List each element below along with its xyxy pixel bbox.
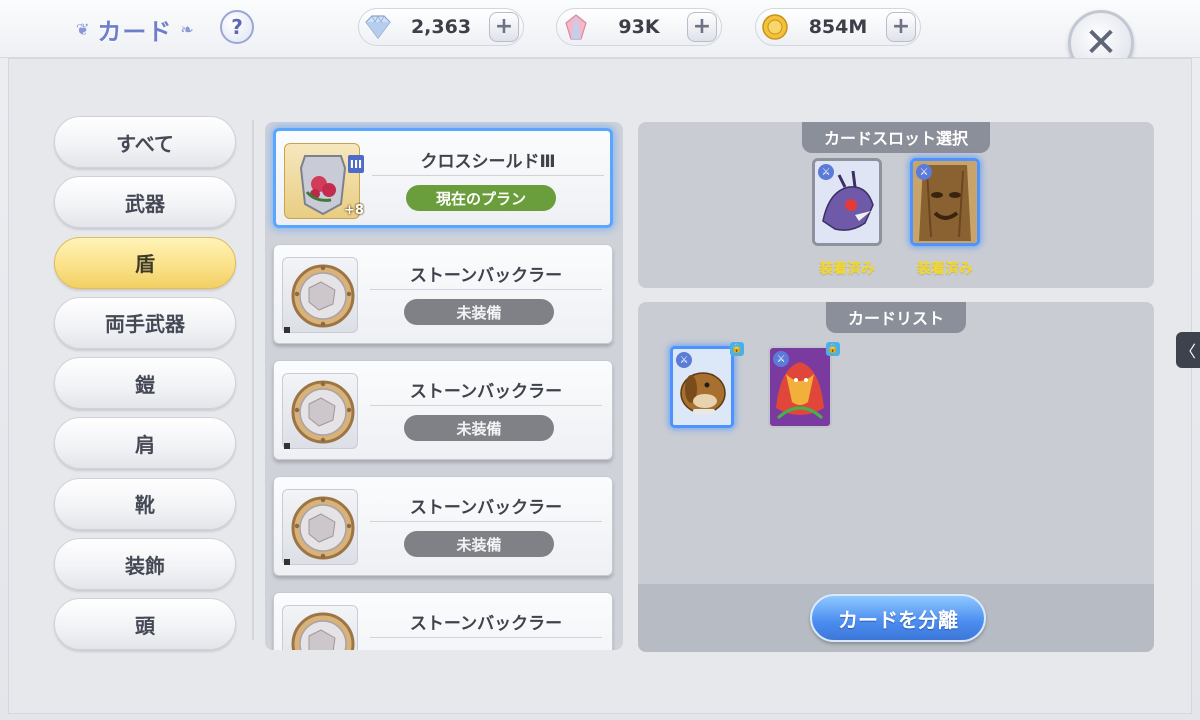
equipment-item[interactable]: ストーンバックラー 未装備 [273,360,613,460]
card-list-panel: カードリスト ⚔ 🔒 ⚔ 🔒 カードを分離 [638,302,1154,652]
wing-left-icon: ❦ [76,20,90,39]
currency-diamond: 2,363 + [358,8,524,46]
equipment-name: ストーンバックラー [409,498,563,518]
title-area: ❦ カード ❧ [76,12,194,47]
equipment-list: III +8 クロスシールドⅢ 現在のプラン ストーンバックラー 未装備 ストー… [265,122,623,650]
divider [370,637,602,638]
divider [372,175,604,176]
add-zeny-button[interactable]: + [886,12,916,42]
sword-icon: ⚔ [773,351,789,367]
lock-icon: 🔒 [826,342,840,356]
equipment-name: クロスシールドⅢ [420,152,556,172]
equipment-name: ストーンバックラー [409,382,563,402]
equipment-name: ストーンバックラー [409,266,563,286]
add-crystal-button[interactable]: + [687,12,717,42]
stone-buckler-icon [282,489,358,565]
card-slot-panel: カードスロット選択 ⚔ 装着済み ⚔ 装着済み [638,122,1154,288]
crystal-icon [561,12,591,42]
divider [370,405,602,406]
diamond-value: 2,363 [410,16,472,38]
nav-item-head[interactable]: 頭 [54,598,236,651]
page-title: カード [97,18,173,46]
coin-icon [760,12,790,42]
slot-2-status: 装着済み [917,261,973,277]
stone-buckler-icon [282,605,358,650]
slot-indicator [284,327,290,333]
card-slot-2[interactable]: ⚔ [910,158,980,246]
category-nav: すべて 武器 盾 両手武器 鎧 肩 靴 装飾 頭 [54,116,236,659]
unequipped-badge: 未装備 [404,299,554,325]
unequipped-badge: 未装備 [404,415,554,441]
nav-item-armor[interactable]: 鎧 [54,357,236,410]
equipment-item[interactable]: ストーンバックラー 未装備 [273,244,613,344]
slot-indicator [284,559,290,565]
equipment-item[interactable]: III +8 クロスシールドⅢ 現在のプラン [273,128,613,228]
zeny-value: 854M [808,16,868,38]
stone-buckler-icon [282,373,358,449]
sword-icon: ⚔ [818,164,834,180]
slot-indicator [284,443,290,449]
nav-item-accessory[interactable]: 装飾 [54,538,236,591]
divider [370,521,602,522]
sword-icon: ⚔ [916,164,932,180]
nav-item-weapon[interactable]: 武器 [54,176,236,229]
crystal-value: 93K [618,16,660,38]
unequipped-badge: 未装備 [404,531,554,557]
side-panel-toggle[interactable]: 〈 [1176,332,1200,368]
nav-divider [252,120,254,640]
help-button[interactable]: ? [220,10,254,44]
sword-icon: ⚔ [676,352,692,368]
tier-badge: III [348,155,364,173]
equipment-item[interactable]: ストーンバックラー 未装備 [273,476,613,576]
divider [370,289,602,290]
card-list-title: カードリスト [825,302,967,333]
currency-zeny: 854M + [755,8,921,46]
refine-level: +8 [344,203,364,218]
card-list-item[interactable]: ⚔ [768,346,832,428]
add-diamond-button[interactable]: + [489,12,519,42]
detach-card-button[interactable]: カードを分離 [810,594,986,642]
card-slot-1[interactable]: ⚔ [812,158,882,246]
current-plan-badge: 現在のプラン [406,185,556,211]
nav-item-two-handed[interactable]: 両手武器 [54,296,236,349]
card-list-item[interactable]: ⚔ [670,346,734,428]
equipment-name: ストーンバックラー [409,614,563,634]
currency-crystal: 93K + [556,8,722,46]
nav-item-all[interactable]: すべて [54,116,236,168]
card-slot-title: カードスロット選択 [801,122,991,153]
nav-item-shoulder[interactable]: 肩 [54,417,236,470]
diamond-icon [363,12,393,42]
nav-item-shoes[interactable]: 靴 [54,477,236,530]
lock-icon: 🔒 [730,342,744,356]
nav-item-shield[interactable]: 盾 [54,236,236,289]
stone-buckler-icon [282,257,358,333]
wing-right-icon: ❧ [180,20,194,39]
equipment-item[interactable]: ストーンバックラー [273,592,613,650]
top-bar: ❦ カード ❧ ? 2,363 + 93K + 854M + [0,0,1200,58]
slot-1-status: 装着済み [819,261,875,277]
